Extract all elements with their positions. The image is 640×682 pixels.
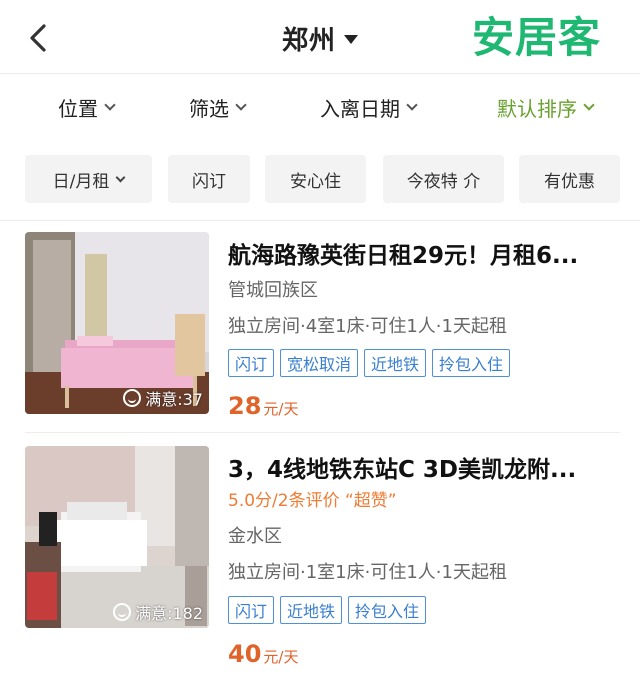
top-bar: 郑州 安居客 [0, 0, 640, 74]
tag-flash-book[interactable]: 闪订 [168, 155, 250, 203]
tag-safe-stay[interactable]: 安心住 [265, 155, 366, 203]
smile-icon [123, 389, 142, 407]
badge: 宽松取消 [280, 349, 359, 377]
badge: 近地铁 [280, 596, 343, 624]
satisfaction-text: 满意:37 [145, 390, 203, 409]
price-value: 28 [228, 392, 262, 420]
chevron-down-icon [235, 99, 247, 111]
filter-dates[interactable]: 入离日期 [320, 92, 418, 122]
smile-icon [113, 603, 132, 621]
filter-label: 筛选 [189, 96, 229, 121]
city-selector[interactable]: 郑州 [282, 20, 359, 56]
tag-label: 闪订 [192, 171, 226, 192]
chevron-down-icon [115, 172, 126, 182]
badge: 闪订 [228, 596, 275, 624]
caret-down-icon [344, 34, 359, 44]
tag-label: 今夜特 介 [406, 171, 481, 192]
filter-label: 位置 [58, 96, 98, 121]
listing-specs: 独立房间·4室1床·可住1人·1天起租 [228, 316, 507, 337]
divider [25, 432, 620, 433]
listing-photo: 满意:37 [25, 232, 209, 414]
filter-label: 默认排序 [497, 96, 577, 121]
chevron-left-icon [30, 24, 46, 52]
listing-specs: 独立房间·1室1床·可住1人·1天起租 [228, 562, 507, 583]
listing-badges: 闪订 宽松取消 近地铁 拎包入住 [228, 349, 511, 377]
badge: 近地铁 [364, 349, 427, 377]
listing-price: 40 元/天 [228, 640, 298, 668]
tag-label: 安心住 [290, 171, 341, 192]
listing-title: 3，4线地铁东站C 3D美凯龙附... [228, 457, 577, 483]
divider [0, 220, 640, 221]
listing-district: 管城回族区 [228, 280, 318, 301]
tag-label: 日/月租 [52, 171, 110, 192]
tag-rent-type[interactable]: 日/月租 [25, 155, 152, 203]
filter-screening[interactable]: 筛选 [189, 92, 247, 122]
badge: 拎包入住 [432, 349, 511, 377]
listing-score: 5.0分/2条评价 “超赞” [228, 491, 397, 511]
filter-sort[interactable]: 默认排序 [497, 92, 595, 122]
price-unit: 元/天 [263, 400, 299, 418]
filter-bar: 位置 筛选 入离日期 默认排序 [0, 74, 640, 138]
back-button[interactable] [22, 20, 56, 56]
listing-card[interactable]: 满意:37 航海路豫英街日租29元！月租6... 管城回族区 独立房间·4室1床… [0, 232, 640, 432]
badge: 拎包入住 [348, 596, 427, 624]
tag-label: 有优惠 [544, 171, 595, 192]
chevron-down-icon [583, 99, 595, 111]
listing-photo: 满意:182 [25, 446, 209, 628]
satisfaction-rating: 满意:182 [113, 600, 203, 624]
brand-logo: 安居客 [472, 13, 602, 62]
listing-card[interactable]: 满意:182 3，4线地铁东站C 3D美凯龙附... 5.0分/2条评价 “超赞… [0, 444, 640, 674]
filter-label: 入离日期 [320, 96, 400, 121]
tag-tonight-deal[interactable]: 今夜特 介 [383, 155, 504, 203]
price-value: 40 [228, 640, 262, 668]
satisfaction-text: 满意:182 [135, 604, 203, 623]
satisfaction-rating: 满意:37 [123, 386, 203, 410]
city-name: 郑州 [282, 25, 337, 56]
filter-location[interactable]: 位置 [58, 92, 116, 122]
quick-tags: 日/月租 闪订 安心住 今夜特 介 有优惠 [0, 155, 640, 205]
listing-badges: 闪订 近地铁 拎包入住 [228, 596, 427, 624]
chevron-down-icon [406, 99, 418, 111]
tag-discount[interactable]: 有优惠 [519, 155, 620, 203]
badge: 闪订 [228, 349, 275, 377]
price-unit: 元/天 [263, 648, 299, 666]
listing-district: 金水区 [228, 526, 282, 547]
listing-price: 28 元/天 [228, 392, 298, 420]
chevron-down-icon [104, 99, 116, 111]
listing-title: 航海路豫英街日租29元！月租6... [228, 243, 579, 269]
